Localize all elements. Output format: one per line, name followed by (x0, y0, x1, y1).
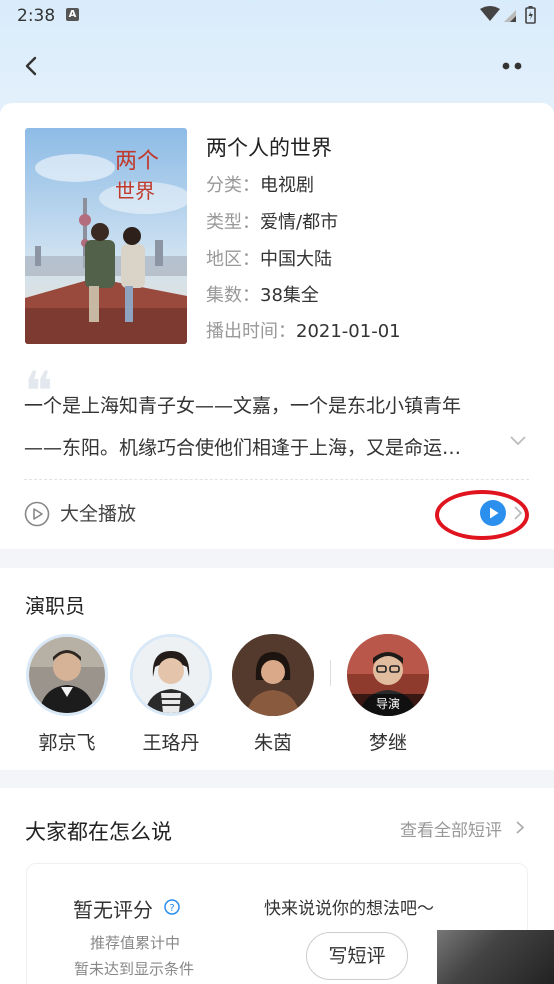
view-all-reviews-link[interactable]: 查看全部短评 (400, 816, 502, 841)
cast-member-director[interactable]: 导演 梦继 (346, 634, 430, 755)
description-line: 一个是上海知青子女——文嘉，一个是东北小镇青年 (24, 395, 462, 417)
cast-member[interactable]: 郭京飞 (25, 634, 109, 755)
play-all-label: 大全播放 (60, 503, 137, 525)
play-circle-icon (24, 501, 50, 527)
description-line: ——东阳。机缘巧合使他们相逢于上海，又是命运… (24, 437, 462, 459)
svg-text:世界: 世界 (115, 179, 155, 203)
chevron-down-icon[interactable] (508, 433, 528, 447)
write-review-button[interactable]: 写短评 (306, 932, 408, 980)
director-badge: 导演 (347, 694, 429, 716)
highlight-annotation (435, 490, 529, 540)
more-dots-icon[interactable] (496, 56, 528, 76)
meta-category: 分类：电视剧 (206, 175, 314, 196)
status-time: 2:38 (17, 6, 56, 26)
divider (24, 479, 529, 480)
cast-section-title: 演职员 (25, 594, 85, 618)
help-icon[interactable]: ? (164, 899, 180, 915)
avatar (232, 634, 314, 716)
cast-member[interactable]: 朱茵 (231, 634, 315, 755)
show-title: 两个人的世界 (206, 136, 332, 160)
reviews-section-title: 大家都在怎么说 (25, 820, 172, 844)
screenshot-thumbnail[interactable] (437, 930, 554, 984)
poster-image: 两个 世界 (25, 128, 187, 344)
notification-icon: A (66, 8, 79, 21)
meta-region: 地区：中国大陆 (206, 249, 332, 270)
svg-text:?: ? (169, 903, 174, 914)
avatar (130, 634, 212, 716)
back-arrow-icon[interactable] (18, 52, 46, 80)
cast-name: 王珞丹 (142, 732, 200, 754)
rating-hint: 暂未达到显示条件 (73, 960, 194, 978)
meta-genre: 类型：爱情/都市 (206, 212, 339, 233)
review-prompt: 快来说说你的想法吧～ (264, 899, 434, 919)
poster-title-art: 两个 (115, 149, 159, 174)
cast-divider (330, 660, 331, 686)
meta-episodes: 集数：38集全 (206, 285, 319, 306)
show-description[interactable]: 一个是上海知青子女——文嘉，一个是东北小镇青年 ——东阳。机缘巧合使他们相逢于上… (24, 385, 534, 469)
avatar (26, 634, 108, 716)
chevron-right-icon[interactable] (515, 820, 525, 835)
meta-air-date: 播出时间：2021-01-01 (206, 321, 401, 342)
cast-name: 郭京飞 (38, 732, 96, 754)
cast-name: 梦继 (368, 732, 407, 754)
show-info-card: 两个 世界 两个人的世界 分类：电视剧 类型：爱情/都市 地区：中国大陆 集数：… (0, 103, 554, 549)
cast-name: 朱茵 (253, 732, 292, 754)
cast-member[interactable]: 王珞丹 (129, 634, 213, 755)
no-rating-label: 暂无评分 (73, 898, 153, 922)
show-poster[interactable]: 两个 世界 (25, 128, 187, 344)
status-bar: 2:38 A (0, 0, 554, 32)
avatar: 导演 (347, 634, 429, 716)
status-icons (480, 6, 536, 24)
rating-hint: 推荐值累计中 (89, 934, 180, 952)
cast-section: 演职员 郭京飞 王珞丹 朱茵 导演 梦继 (0, 568, 554, 770)
